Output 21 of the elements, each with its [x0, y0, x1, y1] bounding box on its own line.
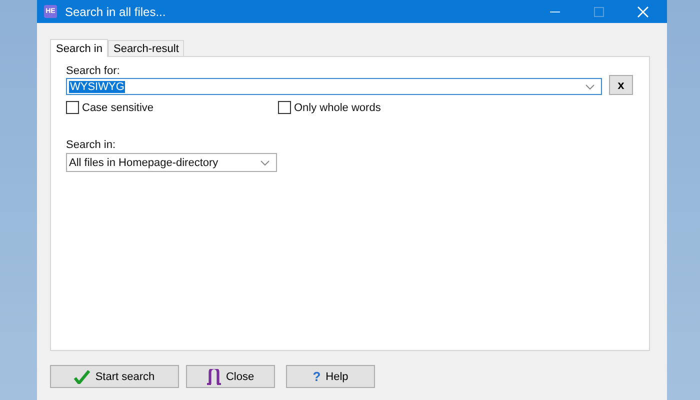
checkbox-label: Only whole words: [294, 102, 381, 114]
search-field[interactable]: WYSIWYG: [66, 78, 602, 95]
window-title: Search in all files...: [65, 4, 166, 18]
tab[interactable]: Search in: [50, 39, 108, 57]
checkbox-label: Case sensitive: [82, 102, 154, 114]
tab[interactable]: Search-result: [108, 40, 184, 56]
start-search-button[interactable]: Start search: [50, 365, 179, 388]
door-icon: [206, 368, 221, 384]
close-button[interactable]: Close: [186, 365, 275, 388]
checkmark-icon: [74, 370, 90, 384]
checkbox[interactable]: [278, 101, 291, 114]
search-in-dropdown[interactable]: All files in Homepage-directory: [66, 153, 277, 172]
close-icon[interactable]: [637, 6, 649, 18]
chevron-down-icon: [585, 84, 596, 90]
checkbox[interactable]: [66, 101, 79, 114]
chevron-down-icon: [260, 160, 270, 166]
help-button[interactable]: ? Help: [286, 365, 375, 388]
clear-button[interactable]: x: [609, 75, 633, 95]
search-in-label: Search in:: [66, 139, 117, 151]
question-icon: ?: [312, 369, 321, 384]
search-for-label: Search for:: [66, 65, 121, 77]
